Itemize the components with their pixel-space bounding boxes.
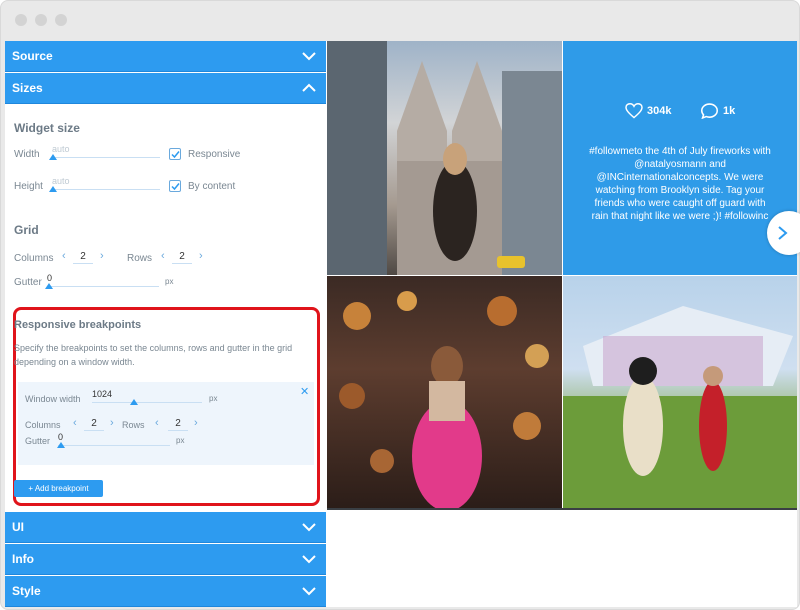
window-width-slider-handle[interactable] bbox=[130, 399, 138, 405]
by-content-label: By content bbox=[188, 181, 236, 192]
section-sizes-header[interactable]: Sizes bbox=[5, 73, 326, 104]
by-content-checkbox[interactable] bbox=[169, 180, 181, 192]
grid-rows-increment[interactable]: › bbox=[199, 250, 203, 262]
close-icon[interactable]: ✕ bbox=[300, 385, 309, 398]
width-placeholder: auto bbox=[52, 144, 70, 154]
chevron-down-icon bbox=[302, 51, 316, 61]
chevron-right-icon bbox=[778, 226, 788, 240]
bp-rows-value[interactable]: 2 bbox=[168, 418, 188, 431]
widget-size-title: Widget size bbox=[14, 121, 80, 135]
section-info-label: Info bbox=[12, 552, 34, 566]
window-width-label: Window width bbox=[25, 394, 81, 404]
height-placeholder: auto bbox=[52, 176, 70, 186]
post-fondation[interactable] bbox=[563, 276, 797, 509]
bp-gutter-input[interactable]: 0 bbox=[58, 432, 170, 446]
settings-panel: Source Sizes Widget size Width auto Resp… bbox=[5, 41, 326, 607]
bp-gutter-slider-handle[interactable] bbox=[57, 442, 65, 448]
grid-columns-value[interactable]: 2 bbox=[73, 251, 93, 264]
window-width-unit: px bbox=[209, 394, 218, 403]
width-slider-handle[interactable] bbox=[49, 154, 57, 160]
grid-gutter-label: Gutter bbox=[14, 277, 42, 288]
post-lanterns[interactable] bbox=[327, 276, 562, 509]
grid-title: Grid bbox=[14, 223, 39, 237]
grid-rows-label: Rows bbox=[127, 253, 153, 264]
breakpoints-description: Specify the breakpoints to set the colum… bbox=[14, 343, 293, 367]
post-cathedral[interactable] bbox=[327, 41, 562, 275]
grid-rows-value[interactable]: 2 bbox=[172, 251, 192, 264]
instagram-grid: 304k 1k #followmeto the 4th of July fire… bbox=[327, 41, 797, 509]
heart-icon bbox=[625, 103, 643, 119]
section-style-header[interactable]: Style bbox=[5, 576, 326, 607]
window-width-input[interactable]: 1024 bbox=[92, 389, 202, 403]
window-dot-close[interactable] bbox=[15, 14, 27, 26]
bp-columns-label: Columns bbox=[25, 420, 61, 430]
title-bar bbox=[1, 1, 800, 41]
width-input[interactable]: auto bbox=[52, 144, 160, 158]
bp-columns-decrement[interactable]: ‹ bbox=[73, 417, 77, 429]
bp-gutter-label: Gutter bbox=[25, 436, 51, 446]
comment-icon bbox=[701, 103, 718, 119]
bp-columns-value[interactable]: 2 bbox=[84, 418, 104, 431]
grid-gutter-input[interactable]: 0 bbox=[47, 273, 159, 287]
breakpoint-card: ✕ Window width 1024 px Columns ‹ 2 › Row… bbox=[18, 382, 314, 465]
width-label: Width bbox=[14, 149, 40, 160]
section-ui-header[interactable]: UI bbox=[5, 512, 326, 543]
window-dot-maximize[interactable] bbox=[55, 14, 67, 26]
height-label: Height bbox=[14, 181, 43, 192]
bp-rows-decrement[interactable]: ‹ bbox=[155, 417, 159, 429]
window-width-value: 1024 bbox=[92, 389, 113, 399]
section-style-label: Style bbox=[12, 584, 41, 598]
bp-rows-increment[interactable]: › bbox=[194, 417, 198, 429]
bp-gutter-value: 0 bbox=[58, 432, 64, 442]
app-content: Source Sizes Widget size Width auto Resp… bbox=[5, 41, 797, 607]
window-dot-minimize[interactable] bbox=[35, 14, 47, 26]
post-caption: #followmeto the 4th of July fireworks wi… bbox=[589, 146, 771, 222]
chevron-down-icon bbox=[302, 586, 316, 596]
grid-bottom-border bbox=[327, 508, 797, 510]
height-slider-handle[interactable] bbox=[49, 186, 57, 192]
window-frame: Source Sizes Widget size Width auto Resp… bbox=[0, 0, 800, 610]
responsive-checkbox[interactable] bbox=[169, 148, 181, 160]
breakpoints-title: Responsive breakpoints bbox=[14, 319, 142, 331]
comments-count: 1k bbox=[723, 105, 736, 117]
cathedral-photo bbox=[327, 41, 562, 275]
grid-gutter-unit: px bbox=[165, 277, 174, 286]
bp-columns-increment[interactable]: › bbox=[110, 417, 114, 429]
add-breakpoint-button[interactable]: + Add breakpoint bbox=[14, 480, 103, 497]
fondation-photo bbox=[563, 306, 797, 509]
grid-gutter-value: 0 bbox=[47, 273, 53, 283]
bp-rows-label: Rows bbox=[122, 420, 145, 430]
lanterns-photo bbox=[339, 291, 549, 509]
section-source-header[interactable]: Source bbox=[5, 41, 326, 72]
height-input[interactable]: auto bbox=[52, 176, 160, 190]
grid-columns-increment[interactable]: › bbox=[100, 250, 104, 262]
section-source-label: Source bbox=[12, 49, 53, 63]
section-sizes-label: Sizes bbox=[12, 81, 43, 95]
responsive-label: Responsive bbox=[188, 149, 241, 160]
section-info-header[interactable]: Info bbox=[5, 544, 326, 575]
chevron-down-icon bbox=[302, 554, 316, 564]
grid-rows-decrement[interactable]: ‹ bbox=[161, 250, 165, 262]
chevron-down-icon bbox=[302, 522, 316, 532]
likes-count: 304k bbox=[647, 105, 672, 117]
grid-gutter-slider-handle[interactable] bbox=[45, 283, 53, 289]
grid-columns-label: Columns bbox=[14, 253, 54, 264]
section-ui-label: UI bbox=[12, 520, 24, 534]
post-caption-card[interactable]: 304k 1k #followmeto the 4th of July fire… bbox=[563, 41, 797, 275]
bp-gutter-unit: px bbox=[176, 436, 185, 445]
chevron-up-icon bbox=[302, 83, 316, 93]
grid-columns-decrement[interactable]: ‹ bbox=[62, 250, 66, 262]
